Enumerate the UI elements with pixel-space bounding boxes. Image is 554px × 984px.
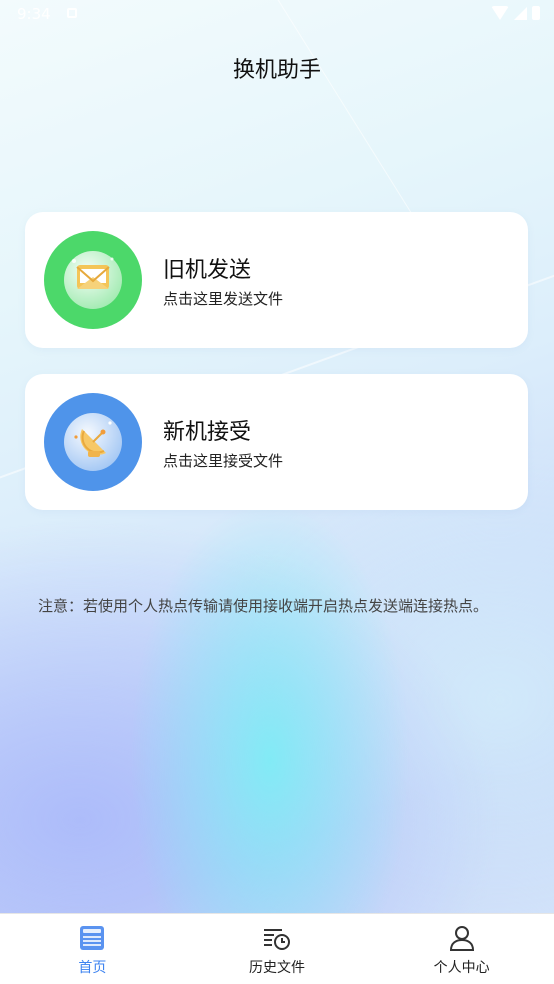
send-card-title: 旧机发送 (163, 258, 252, 283)
tab-history-label: 历史文件 (249, 960, 305, 976)
tab-profile-label: 个人中心 (433, 960, 490, 976)
notification-icon (67, 8, 77, 18)
wifi-icon (491, 6, 509, 20)
tab-history[interactable]: 历史文件 (185, 914, 370, 984)
tab-home[interactable]: 首页 (0, 914, 185, 984)
status-time: 9:34 (17, 5, 51, 23)
send-card-subtitle: 点击这里发送文件 (163, 290, 284, 308)
tab-home-label: 首页 (78, 960, 107, 976)
tab-profile[interactable]: 个人中心 (369, 914, 554, 984)
envelope-icon (44, 231, 142, 329)
user-icon (449, 926, 474, 951)
status-bar: 9:34 (0, 0, 554, 30)
hotspot-notice: 注意：若使用个人热点传输请使用接收端开启热点发送端连接热点。 (38, 597, 489, 615)
history-icon (264, 929, 290, 950)
bottom-tab-bar: 首页 历史文件 个人中心 (0, 913, 554, 984)
signal-icon (514, 6, 527, 20)
old-device-send-card[interactable]: 旧机发送 点击这里发送文件 (25, 212, 528, 348)
receive-card-subtitle: 点击这里接受文件 (163, 452, 284, 470)
page-title: 换机助手 (232, 58, 321, 83)
status-icons (491, 6, 540, 20)
home-icon (80, 926, 105, 950)
new-device-receive-card[interactable]: 新机接受 点击这里接受文件 (25, 374, 528, 510)
battery-icon (532, 6, 540, 20)
satellite-dish-icon (44, 393, 142, 491)
receive-card-title: 新机接受 (163, 420, 252, 445)
